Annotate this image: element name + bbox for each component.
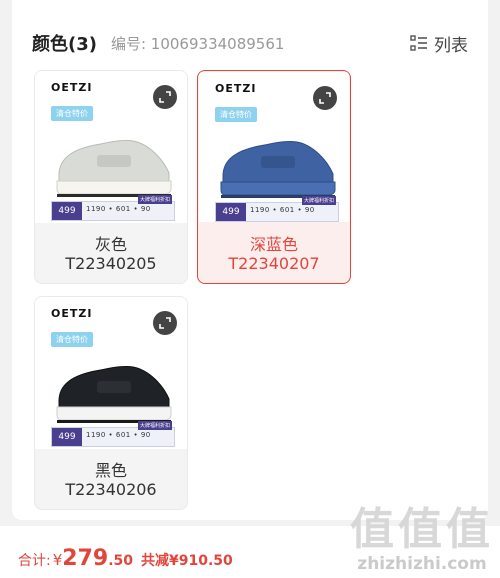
strip-numbers: 1190 • 601 • 90 — [86, 431, 151, 439]
color-option-black[interactable]: OETZI 清仓特价 499 1190 • 601 • 90 大牌福利折扣 黑色 — [34, 296, 188, 510]
list-view-toggle[interactable]: 列表 — [410, 31, 468, 56]
total-integer: 279 — [62, 546, 109, 571]
price-value: 499 — [216, 203, 246, 221]
shoe-image — [56, 366, 172, 423]
strip-chip: 大牌福利折扣 — [301, 196, 336, 205]
strip-chip: 大牌福利折扣 — [137, 195, 172, 204]
brand-logo: OETZI — [215, 82, 257, 95]
currency-symbol: ¥ — [52, 551, 63, 569]
product-thumbnail: OETZI 清仓特价 499 1190 • 601 • 90 大牌福利折扣 — [35, 71, 187, 223]
total-decimal: .50 — [108, 553, 134, 569]
price-value: 499 — [52, 202, 82, 220]
color-code: T22340207 — [228, 254, 320, 273]
color-option-navy[interactable]: OETZI 清仓特价 499 1190 • 601 • 90 大牌福利折扣 深蓝… — [197, 70, 351, 284]
color-option-grey[interactable]: OETZI 清仓特价 499 1190 • 601 • 90 大牌福利折扣 灰色 — [34, 70, 188, 284]
sku-number: 编号: 10069334089561 — [110, 34, 285, 53]
strip-chip: 大牌福利折扣 — [137, 421, 172, 430]
shoe-image — [220, 141, 336, 198]
expand-image-button[interactable] — [153, 85, 177, 109]
list-view-label: 列表 — [434, 35, 468, 56]
color-name: 深蓝色 — [249, 235, 298, 254]
strip-numbers: 1190 • 601 • 90 — [250, 206, 315, 214]
watermark-url: zhizhizhi.com — [357, 554, 487, 574]
expand-icon — [159, 317, 171, 329]
color-code: T22340205 — [65, 254, 157, 273]
shoe-image — [56, 140, 172, 197]
color-name: 黑色 — [94, 461, 127, 480]
brand-logo: OETZI — [51, 307, 93, 320]
price-value: 499 — [52, 428, 82, 446]
price-strip: 499 1190 • 601 • 90 大牌福利折扣 — [215, 196, 339, 222]
watermark-logo: 值值值 — [350, 504, 494, 555]
color-selection-panel: 颜色(3) 编号: 10069334089561 列表 OETZI 清仓特价 4… — [12, 0, 488, 520]
color-header: 颜色(3) 编号: 10069334089561 列表 — [32, 30, 468, 56]
expand-icon — [159, 91, 171, 103]
color-count-title: 颜色(3) — [32, 34, 97, 55]
list-icon — [410, 35, 427, 51]
expand-image-button[interactable] — [153, 311, 177, 335]
price-strip: 499 1190 • 601 • 90 大牌福利折扣 — [51, 421, 175, 447]
color-name: 灰色 — [94, 235, 127, 254]
site-watermark: 值值值 zhizhizhi.com — [350, 504, 494, 575]
expand-icon — [319, 92, 331, 104]
color-code: T22340206 — [65, 480, 157, 499]
expand-image-button[interactable] — [313, 86, 337, 110]
total-label: 合计: — [18, 553, 51, 569]
total-discount: 共减¥910.50 — [141, 553, 233, 569]
strip-numbers: 1190 • 601 • 90 — [86, 205, 151, 213]
product-thumbnail: OETZI 清仓特价 499 1190 • 601 • 90 大牌福利折扣 — [199, 72, 349, 222]
product-thumbnail: OETZI 清仓特价 499 1190 • 601 • 90 大牌福利折扣 — [35, 297, 187, 449]
total-price: 合计: ¥ 279 .50 共减¥910.50 — [18, 546, 233, 571]
price-strip: 499 1190 • 601 • 90 大牌福利折扣 — [51, 195, 175, 221]
brand-logo: OETZI — [51, 81, 93, 94]
